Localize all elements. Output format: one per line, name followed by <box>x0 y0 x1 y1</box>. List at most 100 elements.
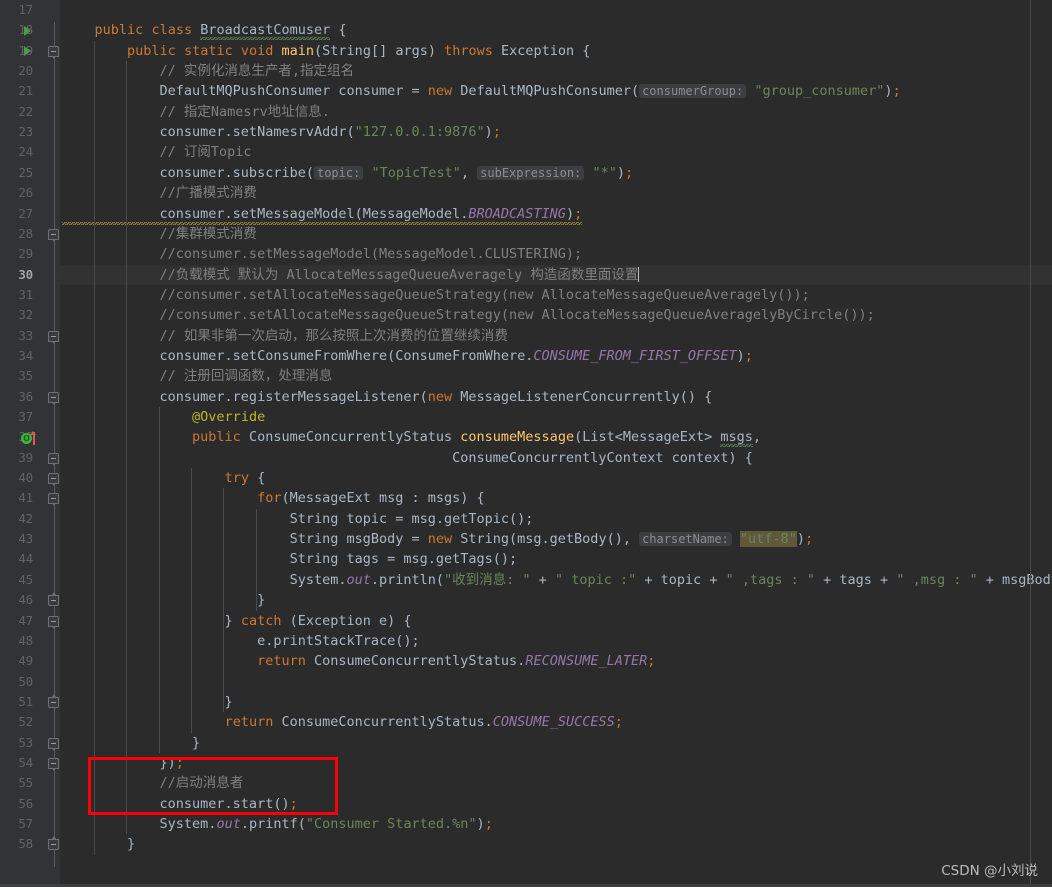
code-line[interactable]: consumer.registerMessageListener(new Mes… <box>60 387 1052 407</box>
code-line[interactable]: //consumer.setAllocateMessageQueueStrate… <box>60 305 1052 325</box>
code-line[interactable]: //负载模式 默认为 AllocateMessageQueueAveragely… <box>60 264 1052 285</box>
code-line[interactable]: consumer.setMessageModel(MessageModel.BR… <box>60 204 1052 226</box>
code-fold-icon[interactable] <box>48 45 59 59</box>
gutter-row[interactable]: 20 <box>0 61 60 81</box>
code-line[interactable]: String topic = msg.getTopic(); <box>60 509 1052 529</box>
gutter-row[interactable]: 56 <box>0 794 60 814</box>
code-line[interactable]: consumer.subscribe(topic: "TopicTest", s… <box>60 163 1052 183</box>
code-line[interactable]: } <box>60 733 1052 753</box>
code-line[interactable]: // 指定Namesrv地址信息. <box>60 102 1052 122</box>
code-line[interactable]: return ConsumeConcurrentlyStatus.CONSUME… <box>60 712 1052 732</box>
code-fold-icon[interactable] <box>48 493 59 507</box>
gutter-row[interactable]: 24 <box>0 142 60 162</box>
code-line[interactable]: DefaultMQPushConsumer consumer = new Def… <box>60 81 1052 101</box>
code-line[interactable]: // 如果非第一次启动，那么按照上次消费的位置继续消费 <box>60 326 1052 346</box>
gutter-row[interactable]: 25 <box>0 163 60 183</box>
gutter-row[interactable]: 18 <box>0 20 60 40</box>
code-fold-icon[interactable] <box>48 737 59 751</box>
gutter-row[interactable]: 39 <box>0 448 60 468</box>
gutter-row[interactable]: 46 <box>0 590 60 610</box>
code-fold-end-icon[interactable] <box>48 591 59 607</box>
gutter-row[interactable]: 55 <box>0 773 60 793</box>
gutter-row[interactable]: 45 <box>0 570 60 590</box>
code-line[interactable]: //集群模式消费 <box>60 224 1052 244</box>
gutter-row[interactable]: 44 <box>0 549 60 569</box>
code-line[interactable]: System.out.printf("Consumer Started.%n")… <box>60 814 1052 834</box>
gutter-row[interactable]: 41 <box>0 488 60 508</box>
gutter-row[interactable]: 30 <box>0 265 60 285</box>
code-editor[interactable]: 17 18 19 20 21 22 23 24 25 26 27 28 29 30 31 32 33 34 35 36… <box>0 0 1052 887</box>
gutter-row[interactable]: 34 <box>0 346 60 366</box>
code-line[interactable]: //广播模式消费 <box>60 183 1052 203</box>
code-line[interactable]: String msgBody = new String(msg.getBody(… <box>60 529 1052 549</box>
code-line[interactable]: } <box>60 590 1052 610</box>
gutter-row[interactable]: 43 <box>0 529 60 549</box>
gutter-row[interactable]: 58 <box>0 834 60 854</box>
code-line[interactable] <box>60 672 1052 692</box>
gutter-row[interactable]: 57 <box>0 814 60 834</box>
gutter-row[interactable]: 42 <box>0 509 60 529</box>
gutter-row[interactable]: 19 <box>0 41 60 61</box>
code-line[interactable]: } <box>60 692 1052 712</box>
gutter-row[interactable]: 51 <box>0 692 60 712</box>
code-fold-icon[interactable] <box>48 757 59 771</box>
code-line[interactable]: //consumer.setMessageModel(MessageModel.… <box>60 244 1052 264</box>
gutter-row[interactable]: 27 <box>0 204 60 224</box>
gutter-row[interactable]: 28 <box>0 224 60 244</box>
code-line[interactable]: consumer.start(); <box>60 794 1052 814</box>
code-line[interactable]: } <box>60 834 1052 854</box>
code-line[interactable]: consumer.setConsumeFromWhere(ConsumeFrom… <box>60 346 1052 366</box>
code-line[interactable]: // 注册回调函数，处理消息 <box>60 366 1052 386</box>
code-fold-icon[interactable] <box>48 615 59 629</box>
code-line[interactable]: e.printStackTrace(); <box>60 631 1052 651</box>
code-line[interactable]: String tags = msg.getTags(); <box>60 549 1052 569</box>
code-fold-icon[interactable] <box>48 452 59 466</box>
code-fold-icon[interactable] <box>48 391 59 405</box>
code-fold-icon[interactable] <box>48 330 59 344</box>
run-arrow-icon[interactable] <box>24 46 31 57</box>
gutter-row[interactable]: 33 <box>0 326 60 346</box>
code-fold-icon[interactable] <box>48 228 59 242</box>
code-line[interactable]: public class BroadcastComuser { <box>60 20 1052 41</box>
gutter-row[interactable]: 53 <box>0 733 60 753</box>
override-method-icon[interactable]: O <box>21 430 39 445</box>
gutter-row[interactable]: 54 <box>0 753 60 773</box>
gutter-row[interactable]: 26 <box>0 183 60 203</box>
gutter-row[interactable]: 32 <box>0 305 60 325</box>
gutter-row[interactable]: 22 <box>0 102 60 122</box>
code-line[interactable]: ConsumeConcurrentlyContext context) { <box>60 448 1052 468</box>
code-line[interactable]: System.out.println("收到消息: " + " topic :"… <box>60 570 1052 590</box>
gutter-row[interactable]: 47 <box>0 611 60 631</box>
gutter-row[interactable]: 48 <box>0 631 60 651</box>
gutter-row[interactable]: 35 <box>0 366 60 386</box>
code-line[interactable]: try { <box>60 468 1052 488</box>
gutter-row[interactable]: 49 <box>0 651 60 671</box>
gutter-row[interactable]: 38O <box>0 427 60 447</box>
code-line[interactable]: for(MessageExt msg : msgs) { <box>60 488 1052 508</box>
editor-gutter[interactable]: 17 18 19 20 21 22 23 24 25 26 27 28 29 30 31 32 33 34 35 36… <box>0 0 60 887</box>
code-line[interactable] <box>60 0 1052 20</box>
code-content-pane[interactable]: public class BroadcastComuser { public s… <box>60 0 1052 887</box>
code-line[interactable]: @Override <box>60 407 1052 427</box>
gutter-row[interactable]: 29 <box>0 244 60 264</box>
gutter-row[interactable]: 36 <box>0 387 60 407</box>
code-line[interactable]: } catch (Exception e) { <box>60 611 1052 631</box>
run-arrow-icon[interactable] <box>24 25 31 36</box>
code-line[interactable]: //启动消息者 <box>60 773 1052 793</box>
gutter-row[interactable]: 37 <box>0 407 60 427</box>
code-line[interactable]: return ConsumeConcurrentlyStatus.RECONSU… <box>60 651 1052 671</box>
code-fold-end-icon[interactable] <box>48 693 59 708</box>
code-line[interactable]: consumer.setNamesrvAddr("127.0.0.1:9876"… <box>60 122 1052 142</box>
gutter-row[interactable]: 21 <box>0 81 60 101</box>
code-line[interactable]: }); <box>60 753 1052 773</box>
gutter-row[interactable]: 50 <box>0 672 60 692</box>
gutter-row[interactable]: 17 <box>0 0 60 20</box>
code-line[interactable]: // 实例化消息生产者,指定组名 <box>60 61 1052 81</box>
gutter-row[interactable]: 23 <box>0 122 60 142</box>
code-line[interactable]: public static void main(String[] args) t… <box>60 41 1052 61</box>
code-fold-end-icon[interactable] <box>48 836 59 851</box>
gutter-row[interactable]: 40 <box>0 468 60 488</box>
code-line[interactable]: // 订阅Topic <box>60 142 1052 162</box>
gutter-row[interactable]: 52 <box>0 712 60 732</box>
code-fold-icon[interactable] <box>48 473 59 487</box>
